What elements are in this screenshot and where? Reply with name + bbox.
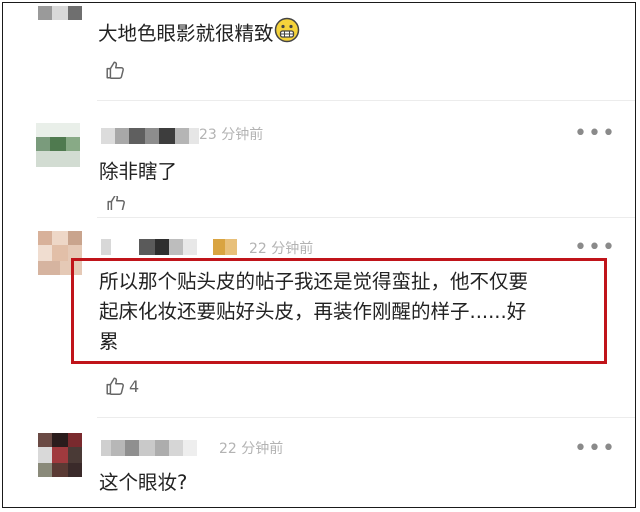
comment-text: 除非瞎了 <box>99 160 178 183</box>
like-count: 4 <box>129 376 140 396</box>
timestamp: 22 分钟前 <box>219 441 284 457</box>
more-dots-icon[interactable]: ••• <box>574 237 616 259</box>
comment-text: 这个眼妆? <box>99 471 188 494</box>
thumbs-up-icon <box>106 377 124 395</box>
divider <box>97 417 635 418</box>
grimacing-face-emoji <box>274 17 299 43</box>
username-mosaic[interactable] <box>101 125 199 147</box>
timestamp: 22 分钟前 <box>249 241 314 257</box>
thumbs-up-icon <box>107 196 125 210</box>
divider <box>97 100 635 101</box>
like-button[interactable]: 4 <box>104 375 139 397</box>
avatar[interactable] <box>38 6 82 20</box>
comment-text: 大地色眼影就很精致 <box>98 17 300 49</box>
avatar[interactable] <box>36 123 80 167</box>
divider <box>97 217 635 218</box>
timestamp: 23 分钟前 <box>199 127 264 143</box>
like-button[interactable] <box>105 196 127 210</box>
more-dots-icon[interactable]: ••• <box>574 438 616 460</box>
like-button[interactable] <box>104 59 126 81</box>
username-mosaic[interactable] <box>101 437 197 459</box>
avatar[interactable] <box>38 433 82 477</box>
comment-feed: 大地色眼影就很精致 23 分钟前 ••• 除非瞎了 22 分钟前 ••• 所以那… <box>2 2 636 508</box>
more-dots-icon[interactable]: ••• <box>574 123 616 145</box>
thumbs-up-icon <box>106 61 124 79</box>
username-mosaic[interactable] <box>101 236 237 258</box>
highlight-box <box>71 258 607 364</box>
